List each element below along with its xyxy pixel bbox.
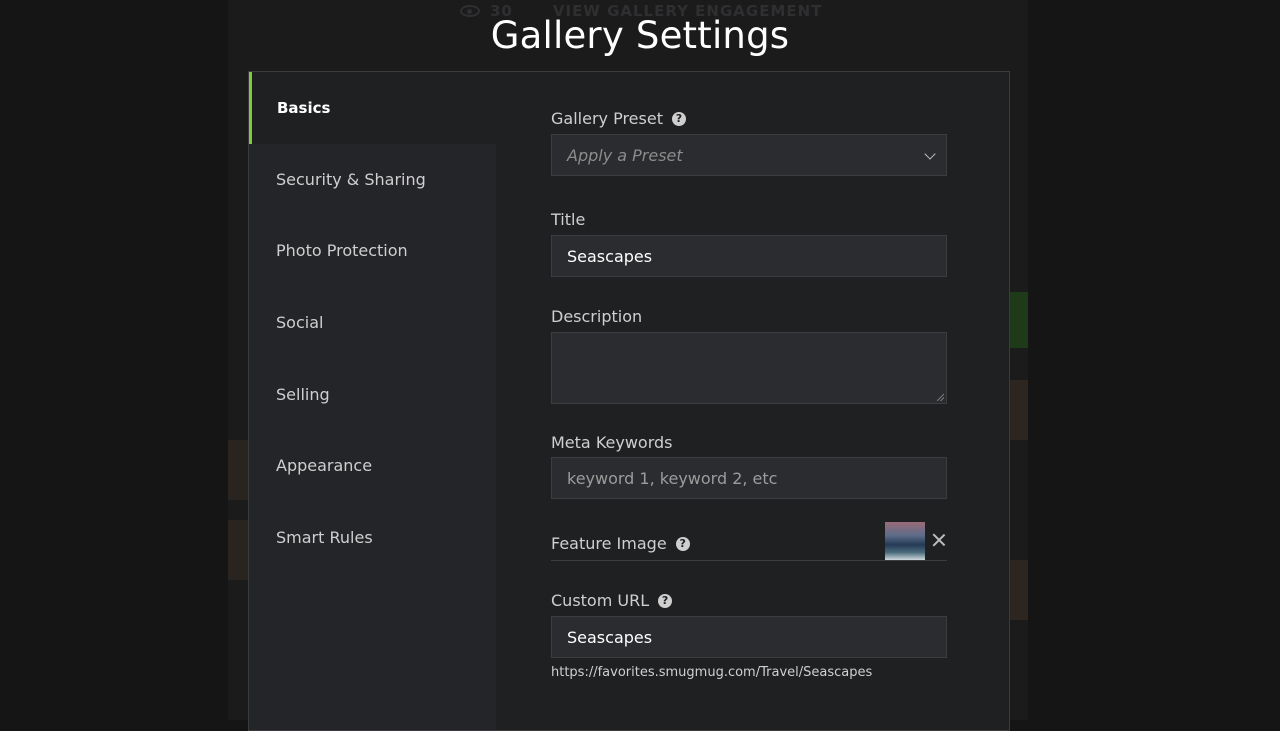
sidebar-item-photo-protection[interactable]: Photo Protection: [249, 215, 496, 287]
custom-url-label-text: Custom URL: [551, 591, 650, 610]
custom-url-hint: https://favorites.smugmug.com/Travel/Sea…: [551, 665, 873, 680]
question-circle-icon[interactable]: ?: [675, 536, 690, 551]
background-button: [1010, 292, 1028, 348]
meta-keywords-input[interactable]: keyword 1, keyword 2, etc: [551, 457, 947, 499]
custom-url-label: Custom URL ?: [551, 591, 673, 610]
description-label-text: Description: [551, 307, 643, 326]
resize-handle-icon[interactable]: [937, 394, 944, 401]
close-icon[interactable]: [932, 533, 946, 547]
sidebar-item-basics[interactable]: Basics: [249, 72, 496, 144]
question-circle-icon[interactable]: ?: [671, 111, 686, 126]
gallery-preset-placeholder: Apply a Preset: [567, 145, 683, 165]
meta-keywords-label: Meta Keywords: [551, 433, 672, 452]
question-circle-icon[interactable]: ?: [658, 593, 673, 608]
meta-keywords-placeholder: keyword 1, keyword 2, etc: [567, 468, 778, 488]
gallery-preset-label: Gallery Preset ?: [551, 109, 686, 128]
title-label: Title: [551, 210, 585, 229]
background-photo: [228, 440, 248, 500]
settings-sidebar: Basics Security & Sharing Photo Protecti…: [249, 72, 496, 730]
title-label-text: Title: [551, 210, 586, 229]
sidebar-item-selling[interactable]: Selling: [249, 358, 496, 430]
title-input[interactable]: Seascapes: [551, 235, 947, 277]
description-label: Description: [551, 307, 642, 326]
meta-keywords-label-text: Meta Keywords: [551, 433, 673, 452]
custom-url-input[interactable]: Seascapes: [551, 616, 947, 658]
chevron-down-icon: [924, 148, 936, 160]
custom-url-value: Seascapes: [567, 627, 653, 647]
feature-image-label: Feature Image ?: [551, 534, 690, 553]
divider: [551, 560, 947, 561]
sidebar-item-smart-rules[interactable]: Smart Rules: [249, 502, 496, 574]
feature-image-thumbnail[interactable]: [885, 522, 925, 560]
sidebar-item-security-sharing[interactable]: Security & Sharing: [249, 144, 496, 216]
settings-modal: Basics Security & Sharing Photo Protecti…: [248, 71, 1010, 731]
page-title: Gallery Settings: [490, 14, 790, 57]
description-textarea[interactable]: [551, 332, 947, 404]
sidebar-item-social[interactable]: Social: [249, 287, 496, 359]
gallery-preset-label-text: Gallery Preset: [551, 109, 663, 128]
background-photo: [1010, 560, 1028, 620]
background-photo: [228, 520, 248, 580]
title-input-value: Seascapes: [567, 246, 653, 266]
feature-image-label-text: Feature Image: [551, 534, 667, 553]
gallery-preset-select[interactable]: Apply a Preset: [551, 134, 947, 176]
background-photo: [1010, 380, 1028, 440]
sidebar-item-appearance[interactable]: Appearance: [249, 430, 496, 502]
settings-form: Gallery Preset ? Apply a Preset Title Se…: [496, 72, 1009, 730]
